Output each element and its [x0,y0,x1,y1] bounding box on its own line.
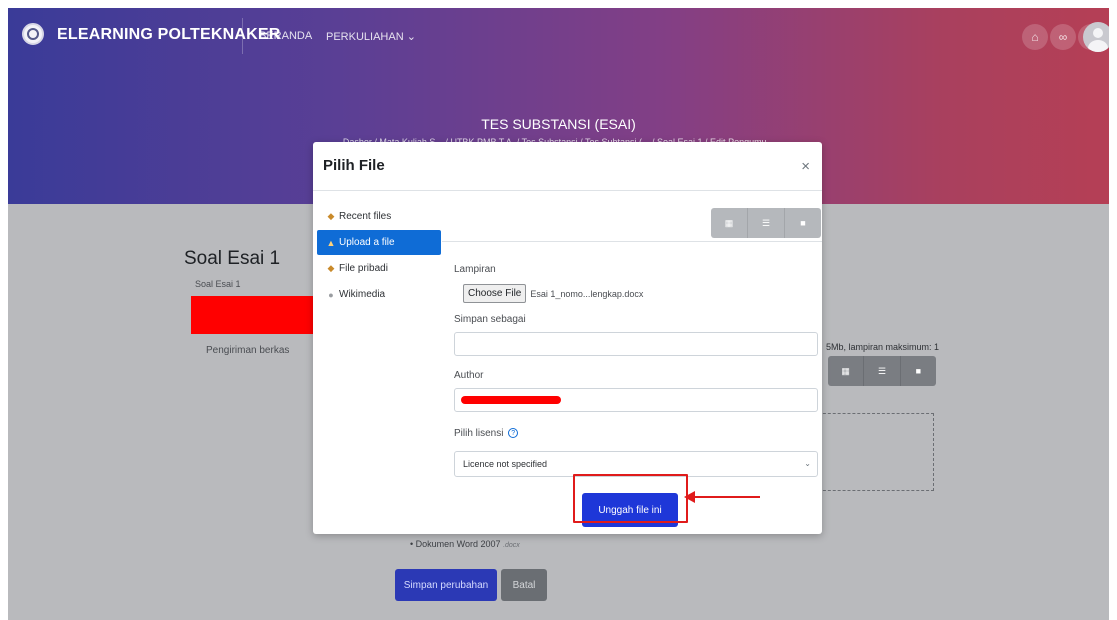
close-icon[interactable]: × [801,158,810,175]
avatar[interactable] [1083,22,1109,52]
recent-files-icon: ◆ [327,211,335,221]
help-icon[interactable]: ? [508,428,519,439]
folder-view-icon[interactable]: ■ [785,208,821,238]
repo-item-wikimedia[interactable]: ● Wikimedia [317,282,441,307]
repository-list: ◆ Recent files ▲ Upload a file ◆ File pr… [317,204,441,308]
file-dropzone[interactable] [818,413,934,491]
save-as-input[interactable] [454,332,818,356]
chevron-down-icon: ⌄ [804,459,811,468]
chosen-file-name: Esai 1_nomo...lengkap.docx [530,288,644,299]
content-divider [442,241,822,242]
link-icon[interactable]: ∞ [1050,24,1076,50]
author-label: Author [454,370,484,381]
license-label-row: Pilih lisensi ? [454,428,519,439]
upload-icon: ▲ [326,237,336,248]
site-name[interactable]: ELEARNING POLTEKNAKER [57,26,280,44]
private-files-icon: ◆ [327,263,335,273]
repo-item-label: Upload a file [339,237,395,248]
question-title: Soal Esai 1 [184,248,281,269]
repo-item-label: File pribadi [339,263,388,274]
cancel-button[interactable]: Batal [501,569,547,601]
license-selected-value: Licence not specified [463,459,548,469]
view-toggle: ▦ ☰ ■ [711,208,821,238]
background-view-toggle: ▦ ☰ ■ [828,356,936,386]
save-as-label: Simpan sebagai [454,314,526,325]
file-picker-modal: Pilih File × ◆ Recent files ▲ Upload a f… [313,142,822,534]
accepted-type: Dokumen Word 2007 [415,539,501,549]
modal-title: Pilih File [323,157,385,174]
list-view-icon[interactable]: ☰ [864,356,901,386]
question-subtitle: Soal Esai 1 [195,279,241,289]
nav-divider [242,18,243,54]
save-changes-button[interactable]: Simpan perubahan [395,569,497,601]
repo-item-upload-a-file[interactable]: ▲ Upload a file [317,230,441,255]
repo-item-file-pribadi[interactable]: ◆ File pribadi [317,256,441,281]
choose-file-button[interactable]: Choose File [463,284,527,303]
navbar: ELEARNING POLTEKNAKER BERANDA PERKULIAHA… [8,8,1109,64]
grid-view-icon[interactable]: ▦ [828,356,865,386]
annotation-highlight-box [573,474,688,523]
grid-view-icon[interactable]: ▦ [711,208,748,238]
redaction-box [191,296,321,334]
repo-item-label: Recent files [339,211,392,222]
submission-label: Pengiriman berkas [206,345,290,356]
page-title: TES SUBSTANSI (ESAI) [481,116,636,132]
accepted-ext: .docx [503,542,520,549]
attachment-label: Lampiran [454,264,496,275]
file-limit-note: 5Mb, lampiran maksimum: 1 [826,342,940,352]
home-icon[interactable]: ⌂ [1022,24,1048,50]
nav-link-beranda[interactable]: BERANDA [259,30,312,42]
nav-link-perkuliahan[interactable]: PERKULIAHAN ⌄ [326,30,416,43]
app-window: ELEARNING POLTEKNAKER BERANDA PERKULIAHA… [8,8,1109,620]
logo-icon[interactable] [22,23,44,45]
modal-header: Pilih File × [313,142,822,191]
repo-item-label: Wikimedia [339,289,386,300]
annotation-arrow [690,496,760,498]
wikimedia-icon: ● [328,289,334,300]
accepted-type-item: • Dokumen Word 2007 .docx [410,539,520,549]
redaction-stroke [461,396,561,404]
annotation-arrow-head [684,491,695,503]
folder-view-icon[interactable]: ■ [901,356,936,386]
license-label: Pilih lisensi [454,428,504,439]
list-view-icon[interactable]: ☰ [748,208,785,238]
repo-item-recent-files[interactable]: ◆ Recent files [317,204,441,229]
file-chooser: Choose File Esai 1_nomo...lengkap.docx [463,284,643,303]
